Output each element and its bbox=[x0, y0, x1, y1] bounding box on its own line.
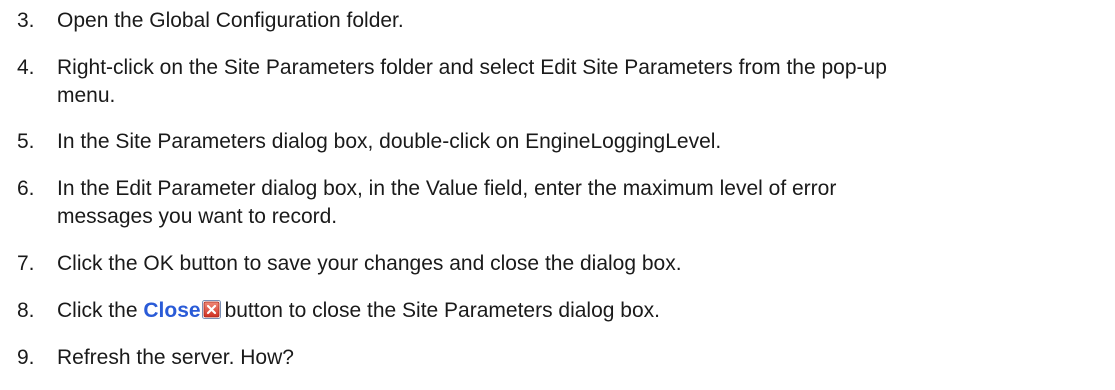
step-number: 9. bbox=[17, 346, 35, 369]
step-number: 5. bbox=[17, 130, 35, 153]
step-text: In the Site Parameters dialog box, doubl… bbox=[57, 130, 722, 153]
step-number: 3. bbox=[17, 9, 35, 32]
close-icon[interactable] bbox=[201, 300, 221, 319]
step-text-before: Click the bbox=[57, 299, 138, 322]
step-text-line2: messages you want to record. bbox=[57, 205, 338, 228]
step-text: Click the OK button to save your changes… bbox=[57, 252, 682, 275]
step-number: 8. bbox=[17, 299, 35, 322]
step-text: Click the Close button to close the Site… bbox=[57, 297, 1107, 325]
step-number: 6. bbox=[17, 177, 35, 200]
step-text-after: button to close the Site Parameters dial… bbox=[224, 299, 660, 322]
step-text-line1: In the Edit Parameter dialog box, in the… bbox=[57, 177, 837, 200]
step-number: 4. bbox=[17, 56, 35, 79]
step-text-line2: menu. bbox=[57, 84, 116, 107]
step-number: 7. bbox=[17, 252, 35, 275]
close-link[interactable]: Close bbox=[143, 299, 200, 322]
step-text-line1: Right-click on the Site Parameters folde… bbox=[57, 56, 887, 79]
step-text: Open the Global Configuration folder. bbox=[57, 9, 404, 32]
step-text: Refresh the server. How? bbox=[57, 346, 294, 369]
